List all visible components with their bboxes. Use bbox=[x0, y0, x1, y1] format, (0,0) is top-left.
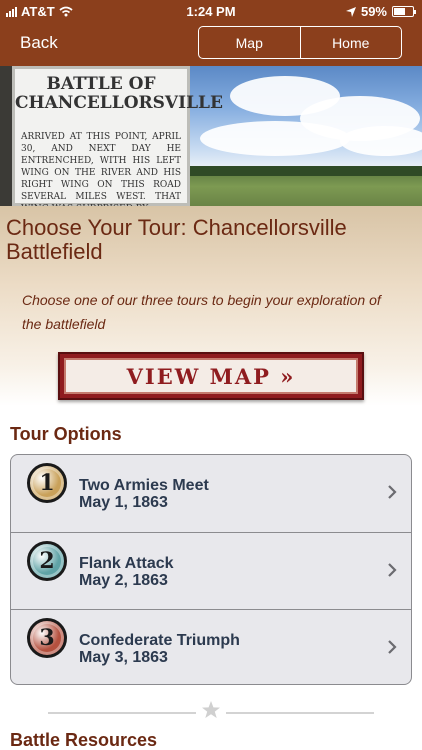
tour-name: Two Armies Meet bbox=[79, 477, 209, 494]
nav-header: AT&T 1:24 PM 59% Back Map Home bbox=[0, 0, 422, 66]
tour-item-confederate-triumph[interactable]: 3 Confederate Triumph May 3, 1863 bbox=[11, 609, 411, 684]
tour-number-badge: 3 bbox=[27, 618, 67, 658]
star-icon bbox=[202, 701, 220, 718]
map-button[interactable]: Map bbox=[199, 27, 300, 58]
battle-resources-heading: Battle Resources bbox=[10, 730, 158, 750]
hero-image: BATTLE OF CHANCELLORSVILLE ARRIVED AT TH… bbox=[0, 66, 422, 206]
home-button[interactable]: Home bbox=[299, 27, 402, 58]
divider-right bbox=[226, 712, 374, 714]
tour-name: Confederate Triumph bbox=[79, 632, 240, 649]
nav-segmented-control: Map Home bbox=[198, 26, 402, 59]
tour-date: May 1, 1863 bbox=[79, 494, 168, 511]
view-map-button[interactable]: VIEW MAP » bbox=[58, 352, 364, 400]
tour-number-badge: 2 bbox=[27, 541, 67, 581]
battery-percent: 59% bbox=[360, 4, 387, 19]
page-subtitle: Choose one of our three tours to begin y… bbox=[22, 292, 381, 332]
tour-item-two-armies-meet[interactable]: 1 Two Armies Meet May 1, 1863 bbox=[11, 455, 411, 532]
tour-list: 1 Two Armies Meet May 1, 1863 2 Flank At… bbox=[10, 454, 412, 685]
tour-date: May 3, 1863 bbox=[79, 649, 168, 666]
tour-options-heading: Tour Options bbox=[10, 424, 122, 444]
view-map-label: VIEW MAP » bbox=[126, 363, 296, 389]
chevron-right-icon bbox=[388, 563, 397, 577]
battery-icon bbox=[392, 6, 416, 17]
sign-post bbox=[0, 66, 12, 206]
sign-title: BATTLE OF CHANCELLORSVILLE bbox=[15, 74, 223, 113]
back-button[interactable]: Back bbox=[20, 33, 58, 53]
chevron-right-icon bbox=[388, 640, 397, 654]
divider-left bbox=[48, 712, 196, 714]
tour-item-flank-attack[interactable]: 2 Flank Attack May 2, 1863 bbox=[11, 532, 411, 609]
tour-date: May 2, 1863 bbox=[79, 572, 168, 589]
historical-marker-sign: BATTLE OF CHANCELLORSVILLE ARRIVED AT TH… bbox=[12, 66, 223, 206]
tour-number-badge: 1 bbox=[27, 463, 67, 503]
page-title: Choose Your Tour: Chancellorsville Battl… bbox=[6, 215, 347, 264]
chevron-right-icon bbox=[388, 485, 397, 499]
status-bar: AT&T 1:24 PM 59% bbox=[0, 0, 422, 22]
sign-text: ARRIVED AT THIS POINT, APRIL 30, AND NEX… bbox=[21, 132, 181, 206]
tour-name: Flank Attack bbox=[79, 555, 174, 572]
intro-section: Choose Your Tour: Chancellorsville Battl… bbox=[0, 206, 422, 406]
location-arrow-icon bbox=[345, 6, 356, 17]
